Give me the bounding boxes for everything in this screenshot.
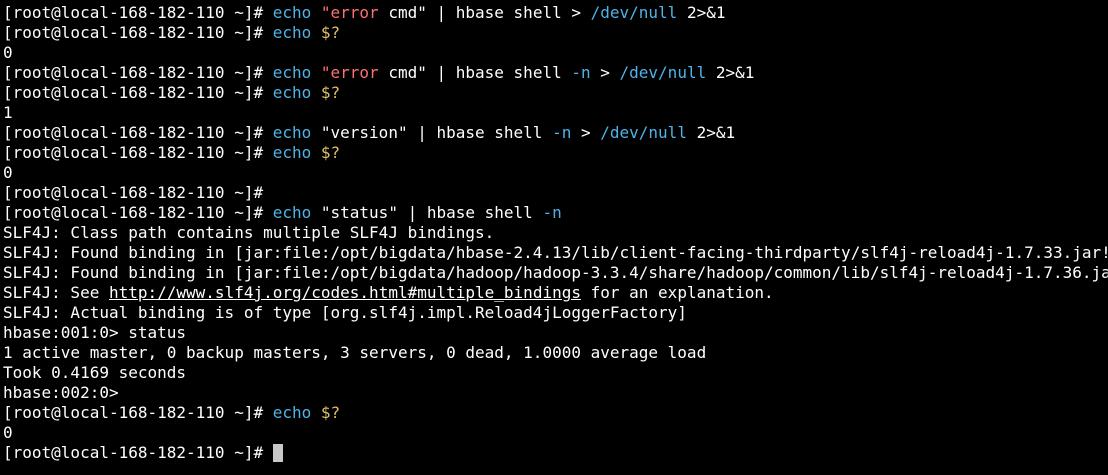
command-token: for an explanation.	[580, 283, 774, 302]
terminal-command-line: [root@local-168-182-110 ~]# echo "error …	[3, 3, 1108, 23]
terminal-command-line: [root@local-168-182-110 ~]# echo "status…	[3, 203, 1108, 223]
output-text: 0	[3, 163, 13, 182]
output-text: SLF4J: Found binding in [jar:file:/opt/b…	[3, 243, 1108, 262]
command-token: echo	[272, 123, 312, 142]
command-token	[311, 3, 321, 22]
terminal-command-line: [root@local-168-182-110 ~]# echo $?	[3, 143, 1108, 163]
shell-prompt: [root@local-168-182-110 ~]#	[3, 3, 273, 22]
terminal-command-line: [root@local-168-182-110 ~]# echo "error …	[3, 63, 1108, 83]
terminal-output-line: 0	[3, 163, 1108, 183]
terminal-output-line: Took 0.4169 seconds	[3, 363, 1108, 383]
terminal-output-line: 0	[3, 423, 1108, 443]
shell-prompt: [root@local-168-182-110 ~]#	[3, 23, 273, 42]
command-token	[311, 63, 321, 82]
output-text: SLF4J: Class path contains multiple SLF4…	[3, 223, 495, 242]
command-token: -n	[542, 203, 562, 222]
terminal-output-line: SLF4J: Actual binding is of type [org.sl…	[3, 303, 1108, 323]
command-token: -n	[552, 123, 572, 142]
output-text: hbase:002:0>	[3, 383, 119, 402]
terminal-output-line: 0	[3, 43, 1108, 63]
command-token	[311, 83, 321, 102]
terminal-output-line: hbase:001:0> status	[3, 323, 1108, 343]
command-token: "error	[320, 3, 379, 22]
terminal-output-line: SLF4J: Class path contains multiple SLF4…	[3, 223, 1108, 243]
command-token	[311, 23, 321, 42]
command-token: >	[590, 63, 620, 82]
command-token: >	[571, 123, 601, 142]
terminal-window[interactable]: [root@local-168-182-110 ~]# echo "error …	[0, 0, 1108, 475]
shell-prompt: [root@local-168-182-110 ~]#	[3, 83, 273, 102]
shell-prompt: [root@local-168-182-110 ~]#	[3, 443, 273, 462]
command-token: 2>&1	[677, 3, 726, 22]
terminal-output-line: SLF4J: See http://www.slf4j.org/codes.ht…	[3, 283, 1108, 303]
url-link[interactable]: http://www.slf4j.org/codes.html#multiple…	[109, 283, 581, 302]
command-token: echo	[272, 403, 312, 422]
terminal-output-line: SLF4J: Found binding in [jar:file:/opt/b…	[3, 243, 1108, 263]
shell-prompt: [root@local-168-182-110 ~]#	[3, 143, 273, 162]
terminal-command-line: [root@local-168-182-110 ~]#	[3, 183, 1108, 203]
output-text: Took 0.4169 seconds	[3, 363, 187, 382]
command-token: /dev/null	[619, 63, 707, 82]
command-token: echo	[272, 203, 312, 222]
command-token	[311, 403, 321, 422]
command-token: echo	[272, 3, 312, 22]
terminal-command-line: [root@local-168-182-110 ~]# echo "versio…	[3, 123, 1108, 143]
output-text: 1	[3, 103, 13, 122]
command-token: cmd" | hbase shell	[378, 63, 572, 82]
output-text: SLF4J: Found binding in [jar:file:/opt/b…	[3, 263, 1108, 282]
shell-prompt: [root@local-168-182-110 ~]#	[3, 183, 273, 202]
text-cursor	[272, 444, 283, 462]
command-token: $?	[320, 23, 341, 42]
command-token: /dev/null	[600, 123, 687, 142]
command-token: "status" | hbase shell	[311, 203, 543, 222]
command-token: /dev/null	[590, 3, 678, 22]
terminal-command-line: [root@local-168-182-110 ~]# echo $?	[3, 83, 1108, 103]
terminal-output-line: 1 active master, 0 backup masters, 3 ser…	[3, 343, 1108, 363]
command-token: echo	[272, 63, 312, 82]
terminal-output-line: 1	[3, 103, 1108, 123]
command-token: "error	[320, 63, 379, 82]
command-token: cmd" | hbase shell >	[378, 3, 591, 22]
shell-prompt: [root@local-168-182-110 ~]#	[3, 123, 273, 142]
command-token: echo	[272, 23, 312, 42]
output-text: 1 active master, 0 backup masters, 3 ser…	[3, 343, 707, 362]
command-token	[311, 143, 321, 162]
command-token: $?	[320, 403, 341, 422]
terminal-command-line: [root@local-168-182-110 ~]# echo $?	[3, 403, 1108, 423]
command-token: 2>&1	[706, 63, 755, 82]
shell-prompt: [root@local-168-182-110 ~]#	[3, 403, 273, 422]
command-token: $?	[320, 143, 341, 162]
terminal-command-line: [root@local-168-182-110 ~]#	[3, 443, 1108, 463]
command-token: $?	[320, 83, 341, 102]
command-token: -n	[571, 63, 591, 82]
shell-prompt: [root@local-168-182-110 ~]#	[3, 203, 273, 222]
terminal-command-line: [root@local-168-182-110 ~]# echo $?	[3, 23, 1108, 43]
output-text: hbase:001:0> status	[3, 323, 187, 342]
shell-prompt: [root@local-168-182-110 ~]#	[3, 63, 273, 82]
command-token: 2>&1	[686, 123, 736, 142]
terminal-output-line: hbase:002:0>	[3, 383, 1108, 403]
output-text: 0	[3, 43, 13, 62]
command-token: "version" | hbase shell	[311, 123, 553, 142]
output-text: 0	[3, 423, 13, 442]
command-token: echo	[272, 83, 312, 102]
output-text: SLF4J: Actual binding is of type [org.sl…	[3, 303, 687, 322]
command-token: SLF4J: See	[3, 283, 109, 302]
command-token: echo	[272, 143, 312, 162]
terminal-output-line: SLF4J: Found binding in [jar:file:/opt/b…	[3, 263, 1108, 283]
